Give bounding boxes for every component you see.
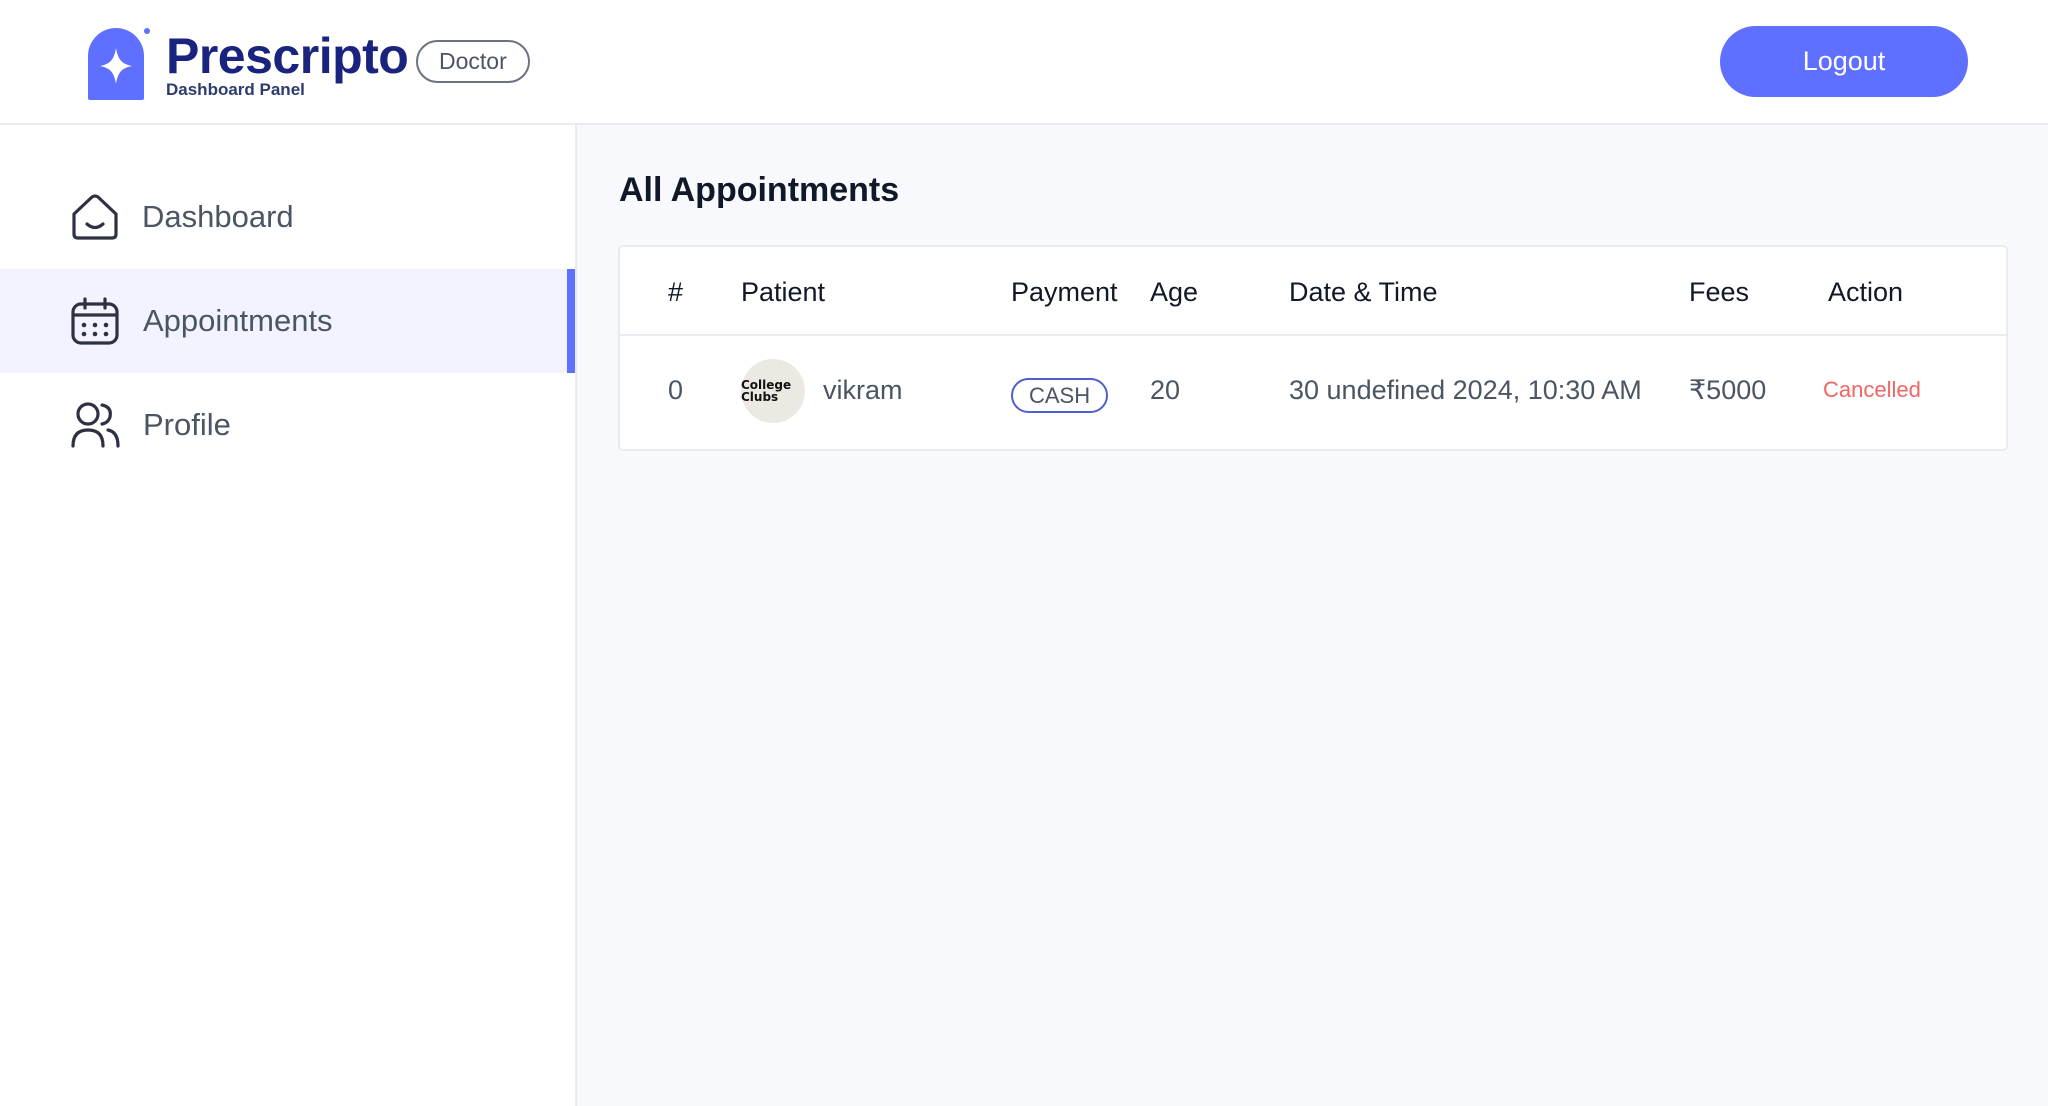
payment-badge: CASH — [1011, 378, 1109, 413]
sidebar-item-profile[interactable]: Profile — [0, 373, 575, 477]
sidebar: Dashboard Appointments Profile — [0, 125, 577, 1106]
brand-name: Prescripto — [166, 28, 409, 84]
role-badge: Doctor — [416, 40, 530, 83]
top-bar: Prescripto Dashboard Panel Doctor Logout — [0, 0, 2048, 125]
sidebar-item-label: Appointments — [143, 303, 333, 338]
column-header: Patient — [741, 277, 826, 307]
column-header: Action — [1828, 277, 1904, 307]
appointment-fees: ₹5000 — [1689, 375, 1767, 405]
sidebar-item-label: Dashboard — [142, 199, 294, 234]
table-header: # Patient Payment Age Date & Time Fees A… — [620, 247, 2006, 336]
prescripto-logo-icon — [88, 28, 150, 100]
table-row[interactable]: 0 College Clubs vikram CASH 20 30 undefi… — [620, 336, 2006, 451]
sidebar-item-label: Profile — [143, 407, 231, 442]
logout-button[interactable]: Logout — [1720, 26, 1968, 97]
patient-name: vikram — [823, 375, 903, 405]
column-header: # — [668, 277, 684, 307]
sidebar-item-appointments[interactable]: Appointments — [0, 269, 575, 373]
brand[interactable]: Prescripto Dashboard Panel — [78, 26, 409, 102]
row-index: 0 — [668, 375, 684, 405]
patient-age: 20 — [1150, 375, 1181, 405]
column-header: Fees — [1689, 277, 1750, 307]
avatar: College Clubs — [741, 359, 805, 423]
page-title: All Appointments — [619, 171, 900, 209]
column-header: Payment — [1011, 277, 1118, 307]
column-header: Date & Time — [1289, 277, 1438, 307]
calendar-icon — [71, 297, 119, 345]
home-icon — [72, 194, 118, 240]
people-icon — [71, 402, 120, 448]
sidebar-item-dashboard[interactable]: Dashboard — [0, 165, 575, 269]
appointment-datetime: 30 undefined 2024, 10:30 AM — [1289, 375, 1642, 405]
status-cancelled: Cancelled — [1823, 377, 1921, 402]
appointments-table: # Patient Payment Age Date & Time Fees A… — [618, 245, 2008, 451]
main-content: All Appointments # Patient Payment Age D… — [577, 125, 2048, 1106]
column-header: Age — [1150, 277, 1199, 307]
